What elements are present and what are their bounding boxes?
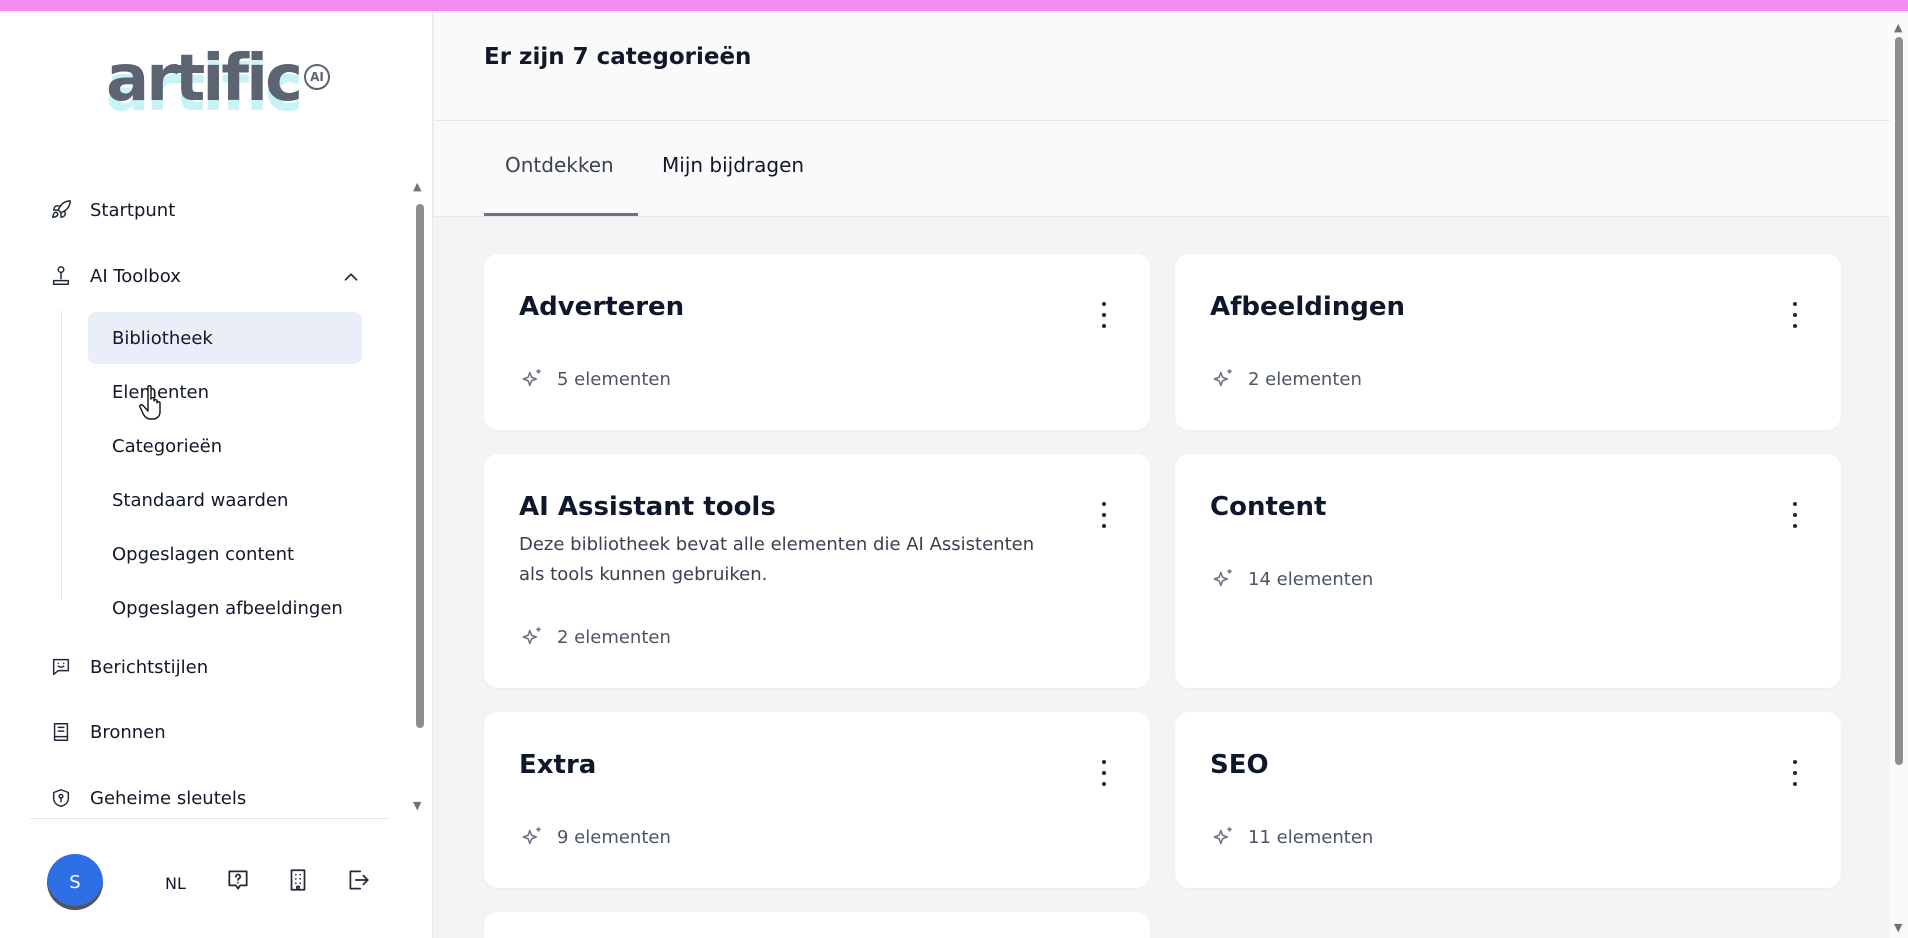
category-title: Content xyxy=(1210,492,1327,522)
sidebar-divider xyxy=(30,818,390,819)
tab-bar: Ontdekken Mijn bijdragen xyxy=(434,121,1890,217)
avatar[interactable]: S xyxy=(47,854,103,910)
more-options-icon[interactable] xyxy=(1789,502,1801,528)
joystick-icon xyxy=(48,263,74,289)
sidebar-item-berichtstijlen[interactable]: Berichtstijlen xyxy=(48,649,208,685)
sidebar-scrollbar[interactable]: ▲ ▼ xyxy=(413,180,427,812)
building-icon[interactable] xyxy=(284,866,312,894)
sparkle-icon xyxy=(1213,369,1232,387)
tab-ontdekken[interactable]: Ontdekken xyxy=(505,153,614,177)
sparkle-icon xyxy=(1213,569,1232,587)
scroll-up-arrow-icon[interactable]: ▲ xyxy=(1894,21,1902,34)
active-tab-indicator xyxy=(484,213,638,216)
more-options-icon[interactable] xyxy=(1098,502,1110,528)
page-title: Er zijn 7 categorieën xyxy=(484,44,752,70)
category-count: 9 elementen xyxy=(519,824,671,850)
sidebar-item-label: Geheime sleutels xyxy=(90,787,247,809)
sidebar-item-label: Berichtstijlen xyxy=(90,656,209,678)
language-switcher[interactable]: NL xyxy=(165,874,186,893)
category-card-content[interactable]: Content 14 elementen xyxy=(1175,454,1841,688)
sidebar-item-label: AI Toolbox xyxy=(90,265,181,287)
book-icon xyxy=(48,719,74,745)
sparkle-icon xyxy=(1213,827,1232,845)
sparkle-icon xyxy=(522,369,541,387)
category-card-afbeeldingen[interactable]: Afbeeldingen 2 elementen xyxy=(1175,254,1841,430)
category-count-label: 5 elementen xyxy=(557,368,671,390)
category-title: Adverteren xyxy=(519,292,685,322)
sidebar: artific AI Startpunt AI Toolbox Biblioth… xyxy=(0,0,433,938)
chat-smile-icon xyxy=(48,654,74,680)
tab-mijn-bijdragen[interactable]: Mijn bijdragen xyxy=(662,153,804,177)
subnav-guide-line xyxy=(61,310,62,600)
sidebar-item-label: Startpunt xyxy=(90,199,176,221)
sidebar-subitem-opgeslagen-content[interactable]: Opgeslagen content xyxy=(88,528,362,580)
more-options-icon[interactable] xyxy=(1098,760,1110,786)
category-description: Deze bibliotheek bevat alle elementen di… xyxy=(519,534,1035,585)
category-card-extra[interactable]: Extra 9 elementen xyxy=(484,712,1150,888)
sidebar-scroll-thumb[interactable] xyxy=(416,204,424,728)
more-options-icon[interactable] xyxy=(1789,760,1801,786)
sidebar-footer: S NL xyxy=(0,850,433,922)
sidebar-subitem-opgeslagen-afbeeldingen[interactable]: Opgeslagen afbeeldingen xyxy=(88,582,362,634)
shield-key-icon xyxy=(48,785,74,811)
main-content: Er zijn 7 categorieën Ontdekken Mijn bij… xyxy=(434,11,1890,938)
chevron-up-icon[interactable] xyxy=(340,266,362,288)
category-card-adverteren[interactable]: Adverteren 5 elementen xyxy=(484,254,1150,430)
page-scroll-thumb[interactable] xyxy=(1895,37,1903,765)
category-count-label: 9 elementen xyxy=(557,826,671,848)
rocket-icon xyxy=(48,197,74,223)
sidebar-item-startpunt[interactable]: Startpunt xyxy=(48,192,175,228)
top-accent-bar xyxy=(0,0,1908,11)
logo[interactable]: artific AI xyxy=(106,44,330,114)
category-count: 11 elementen xyxy=(1210,824,1373,850)
category-count-label: 2 elementen xyxy=(1248,368,1362,390)
more-options-icon[interactable] xyxy=(1098,302,1110,328)
category-title: AI Assistant tools xyxy=(519,492,776,522)
category-count: 5 elementen xyxy=(519,366,671,392)
category-card-partial[interactable] xyxy=(484,912,1150,938)
category-card-seo[interactable]: SEO 11 elementen xyxy=(1175,712,1841,888)
sidebar-item-label: Bronnen xyxy=(90,721,166,743)
category-count: 2 elementen xyxy=(519,624,671,650)
sidebar-item-geheime-sleutels[interactable]: Geheime sleutels xyxy=(48,780,246,816)
category-count-label: 2 elementen xyxy=(557,626,671,648)
logo-text: artific xyxy=(106,42,303,116)
category-count-label: 11 elementen xyxy=(1248,826,1374,848)
scroll-up-arrow-icon[interactable]: ▲ xyxy=(413,180,421,193)
sidebar-item-ai-toolbox[interactable]: AI Toolbox xyxy=(48,258,181,294)
scroll-down-arrow-icon[interactable]: ▼ xyxy=(1894,921,1902,934)
category-count-label: 14 elementen xyxy=(1248,568,1374,590)
hand-cursor-icon xyxy=(139,385,161,420)
sidebar-subitem-elementen[interactable]: Elementen xyxy=(88,366,362,418)
category-count: 14 elementen xyxy=(1210,566,1373,592)
sparkle-icon xyxy=(522,827,541,845)
more-options-icon[interactable] xyxy=(1789,302,1801,328)
sparkle-icon xyxy=(522,627,541,645)
sidebar-item-bronnen[interactable]: Bronnen xyxy=(48,714,166,750)
help-icon[interactable] xyxy=(224,866,252,894)
category-count: 2 elementen xyxy=(1210,366,1362,392)
category-title: Afbeeldingen xyxy=(1210,292,1406,322)
sidebar-subitem-bibliotheek[interactable]: Bibliotheek xyxy=(88,312,362,364)
page-scrollbar[interactable]: ▲ ▼ xyxy=(1890,11,1908,938)
scroll-down-arrow-icon[interactable]: ▼ xyxy=(413,799,421,812)
page-header: Er zijn 7 categorieën xyxy=(434,11,1890,121)
sidebar-subitem-standaard-waarden[interactable]: Standaard waarden xyxy=(88,474,362,526)
logout-icon[interactable] xyxy=(344,866,372,894)
category-title: SEO xyxy=(1210,750,1269,780)
category-title: Extra xyxy=(519,750,597,780)
logo-ai-badge: AI xyxy=(304,64,330,90)
category-card-ai-assistant-tools[interactable]: AI Assistant tools Deze bibliotheek beva… xyxy=(484,454,1150,688)
sidebar-subitem-categorieen[interactable]: Categorieën xyxy=(88,420,362,472)
